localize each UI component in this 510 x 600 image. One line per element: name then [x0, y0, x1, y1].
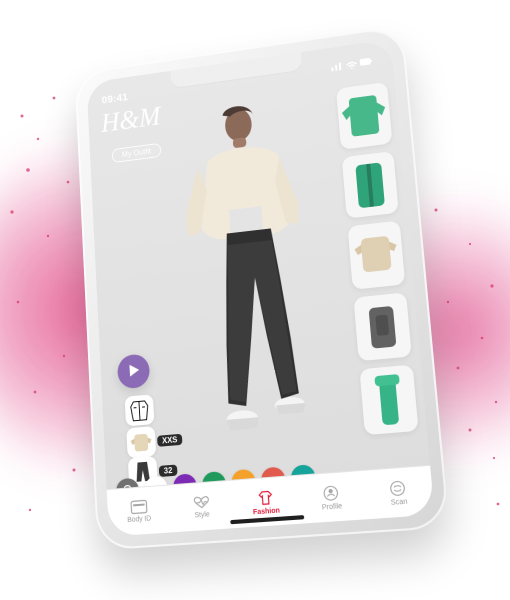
beige-top-icon — [348, 221, 406, 290]
heart-pulse-icon — [192, 494, 210, 510]
green-bottom-icon — [360, 365, 419, 435]
shirt-icon — [256, 488, 275, 506]
top-size-badge: XXS — [157, 434, 183, 447]
product-thumbnail-green-bottom[interactable] — [360, 365, 419, 435]
product-thumbnail-green-jacket[interactable] — [342, 151, 399, 219]
product-mockup-scene: 09:41 H&M My Outfit XXS 32 Body ID Style… — [0, 0, 510, 600]
avatar-model — [165, 96, 344, 464]
phone-mockup: 09:41 H&M My Outfit XXS 32 Body ID Style… — [74, 15, 510, 561]
profile-icon — [321, 484, 341, 502]
card-icon — [130, 499, 148, 514]
outfit-item-top[interactable] — [126, 426, 156, 458]
jacket-icon — [125, 394, 155, 426]
product-thumbnail-beige-top[interactable] — [348, 221, 406, 290]
product-thumbnail-green-top[interactable] — [336, 82, 392, 150]
nav-scan-label: Scan — [390, 498, 407, 507]
play-icon — [127, 362, 143, 379]
app-screen: 09:41 H&M My Outfit XXS 32 Body ID Style… — [86, 39, 434, 537]
nav-style-label: Style — [194, 511, 210, 519]
product-thumbnail-dark-top[interactable] — [353, 292, 411, 362]
green-garment-icon — [336, 82, 392, 150]
play-button[interactable] — [117, 353, 151, 389]
beige-top-thumb-icon — [126, 426, 156, 458]
brand-logo: H&M — [101, 104, 162, 138]
nav-profile[interactable]: Profile — [304, 482, 359, 512]
nav-style[interactable]: Style — [176, 493, 228, 520]
nav-scan[interactable]: Scan — [370, 477, 426, 507]
product-rail[interactable] — [336, 82, 419, 435]
scan-icon — [388, 479, 408, 497]
nav-body-id-label: Body ID — [127, 515, 151, 524]
phone-body: 09:41 H&M My Outfit XXS 32 Body ID Style… — [74, 25, 449, 551]
green-jacket-icon — [342, 151, 399, 219]
status-time: 09:41 — [101, 92, 128, 107]
nav-body-id[interactable]: Body ID — [114, 498, 165, 525]
nav-fashion-label: Fashion — [253, 507, 280, 516]
nav-fashion[interactable]: Fashion — [239, 487, 293, 517]
status-icons — [330, 55, 374, 72]
nav-profile-label: Profile — [322, 502, 343, 511]
outfit-item-jacket[interactable] — [125, 394, 155, 426]
dark-top-icon — [353, 292, 411, 362]
outfit-pill[interactable]: My Outfit — [112, 143, 162, 163]
phone-notch — [170, 52, 302, 89]
